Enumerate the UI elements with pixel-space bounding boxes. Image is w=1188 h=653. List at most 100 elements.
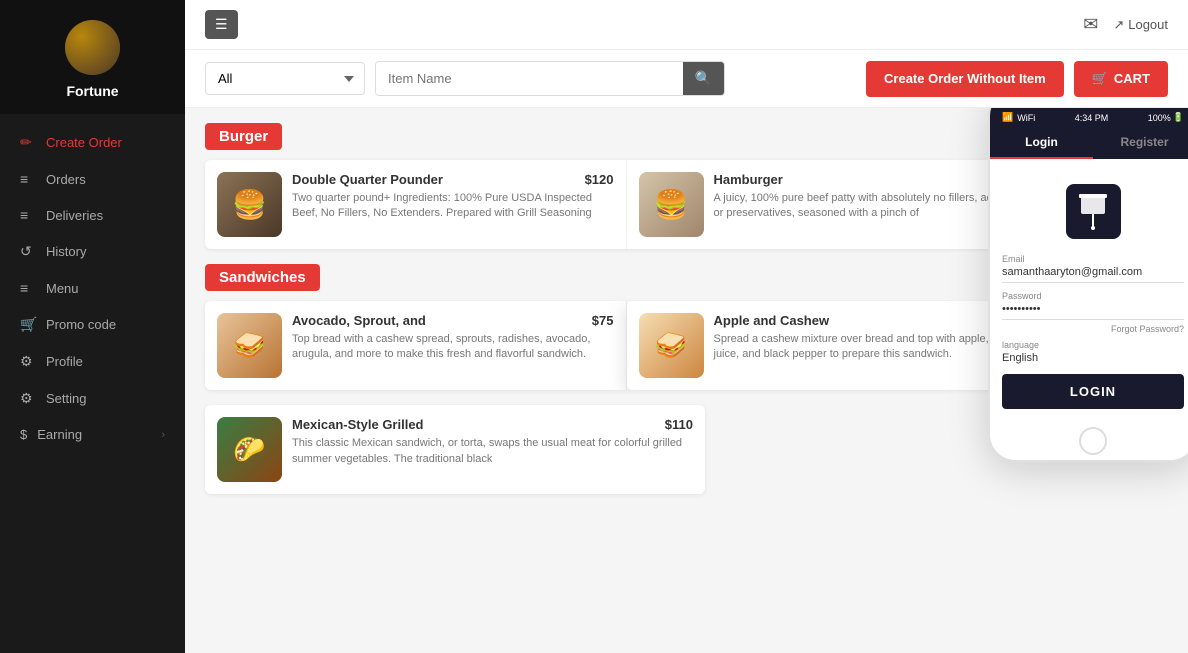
search-button[interactable]: 🔍: [683, 62, 724, 95]
sidebar-item-label: Earning: [37, 427, 82, 442]
item-thumbnail: 🥪: [639, 313, 704, 378]
phone-tab-register[interactable]: Register: [1093, 127, 1188, 159]
item-description: Top bread with a cashew spread, sprouts,…: [292, 332, 614, 363]
phone-password-field: Password •••••••••• Forgot Password?: [1002, 291, 1184, 334]
sidebar-item-label: Create Order: [46, 135, 122, 150]
menu-icon: ≡: [20, 280, 36, 296]
topbar-right: ✉ ↗ Logout: [1083, 14, 1168, 35]
item-hamburger[interactable]: 🍔 Hamburger $110 A juicy, 100% pure beef…: [627, 160, 1049, 249]
phone-forgot-password[interactable]: Forgot Password?: [1002, 324, 1184, 334]
sidebar-item-promo[interactable]: 🛒 Promo code: [0, 306, 185, 343]
phone-language-row: language English: [1002, 340, 1184, 364]
phone-status-bar: 📶 WiFi 4:34 PM 100% 🔋: [990, 108, 1188, 127]
logout-label: Logout: [1128, 17, 1168, 32]
item-name-price: Hamburger $110: [714, 172, 1036, 187]
phone-login-button[interactable]: LOGIN: [1002, 374, 1184, 409]
earning-icon: $: [20, 427, 27, 442]
phone-home-button[interactable]: [1079, 427, 1107, 455]
burger-category-label: Burger: [205, 123, 282, 150]
item-name-price: Mexican-Style Grilled $110: [292, 417, 693, 432]
promo-icon: 🛒: [20, 316, 36, 333]
create-order-icon: ✏: [20, 134, 36, 151]
phone-login-tabs: Login Register: [990, 127, 1188, 159]
item-avocado[interactable]: 🥪 Avocado, Sprout, and $75 Top bread wit…: [205, 301, 627, 390]
battery-icon: 🔋: [1173, 112, 1184, 123]
phone-language-label: language: [1002, 340, 1039, 350]
sidebar: Fortune ✏ Create Order ≡ Orders ≡ Delive…: [0, 0, 185, 653]
sidebar-item-history[interactable]: ↺ History: [0, 233, 185, 270]
sidebar-item-setting[interactable]: ⚙ Setting: [0, 380, 185, 417]
sidebar-item-create-order[interactable]: ✏ Create Order: [0, 124, 185, 161]
logout-button[interactable]: ↗ Logout: [1113, 17, 1168, 33]
phone-battery: 100% 🔋: [1148, 112, 1184, 123]
item-info: Double Quarter Pounder $120 Two quarter …: [292, 172, 614, 222]
profile-icon: ⚙: [20, 353, 36, 370]
sandwiches-category-label: Sandwiches: [205, 264, 320, 291]
phone-email-field: Email samanthaaryton@gmail.com: [1002, 254, 1184, 283]
phone-password-label: Password: [1002, 291, 1184, 301]
item-price: $120: [585, 172, 614, 187]
email-icon[interactable]: ✉: [1083, 14, 1098, 35]
sidebar-item-label: History: [46, 244, 86, 259]
phone-email-label: Email: [1002, 254, 1184, 264]
signal-icon: 📶: [1002, 112, 1013, 123]
phone-home-bar: [990, 419, 1188, 460]
item-description: Spread a cashew mixture over bread and t…: [714, 332, 1036, 363]
phone-time: 4:34 PM: [1075, 113, 1109, 123]
phone-tab-login[interactable]: Login: [990, 127, 1093, 159]
action-buttons: Create Order Without Item 🛒 CART: [866, 61, 1168, 97]
item-price: $110: [665, 417, 693, 432]
search-input[interactable]: [376, 63, 683, 94]
logout-arrow-icon: ↗: [1113, 17, 1124, 33]
sidebar-item-profile[interactable]: ⚙ Profile: [0, 343, 185, 380]
item-name: Apple and Cashew: [714, 313, 830, 328]
item-name: Hamburger: [714, 172, 783, 187]
sidebar-item-label: Promo code: [46, 317, 116, 332]
search-wrapper: 🔍: [375, 61, 725, 96]
avatar: [65, 20, 120, 75]
main-content: ☰ ✉ ↗ Logout All Burger Sandwiches 🔍 Cre…: [185, 0, 1188, 653]
phone-mockup: 📶 WiFi 4:34 PM 100% 🔋 Login Register: [988, 108, 1188, 462]
chevron-right-icon: ›: [161, 429, 165, 441]
item-thumbnail: 🌮: [217, 417, 282, 482]
item-mexican-grilled[interactable]: 🌮 Mexican-Style Grilled $110 This classi…: [205, 405, 705, 494]
item-name: Mexican-Style Grilled: [292, 417, 424, 432]
category-select[interactable]: All Burger Sandwiches: [205, 62, 365, 95]
phone-password-value: ••••••••••: [1002, 303, 1184, 320]
item-double-quarter[interactable]: 🍔 Double Quarter Pounder $120 Two quarte…: [205, 160, 627, 249]
item-info: Avocado, Sprout, and $75 Top bread with …: [292, 313, 614, 363]
item-apple-cashew[interactable]: 🥪 Apple and Cashew $60 Spread a cashew m…: [627, 301, 1049, 390]
item-info: Apple and Cashew $60 Spread a cashew mix…: [714, 313, 1036, 363]
item-info: Hamburger $110 A juicy, 100% pure beef p…: [714, 172, 1036, 222]
item-price: $75: [592, 313, 614, 328]
content-area: Burger 🍔 Double Quarter Pounder $120 Two…: [185, 108, 1188, 653]
hamburger-menu-button[interactable]: ☰: [205, 10, 238, 39]
deliveries-icon: ≡: [20, 207, 36, 223]
cart-button[interactable]: 🛒 CART: [1074, 61, 1168, 97]
phone-app-logo: [1066, 184, 1121, 239]
sidebar-item-label: Deliveries: [46, 208, 103, 223]
item-name-price: Apple and Cashew $60: [714, 313, 1036, 328]
sidebar-header: Fortune: [0, 0, 185, 114]
history-icon: ↺: [20, 243, 36, 260]
item-thumbnail: 🥪: [217, 313, 282, 378]
create-order-without-item-button[interactable]: Create Order Without Item: [866, 61, 1064, 97]
topbar-left: ☰: [205, 10, 238, 39]
searchbar: All Burger Sandwiches 🔍 Create Order Wit…: [185, 50, 1188, 108]
item-info: Mexican-Style Grilled $110 This classic …: [292, 417, 693, 467]
sidebar-item-orders[interactable]: ≡ Orders: [0, 161, 185, 197]
phone-body: Email samanthaaryton@gmail.com Password …: [990, 159, 1188, 419]
wifi-icon: WiFi: [1017, 113, 1035, 123]
item-description: A juicy, 100% pure beef patty with absol…: [714, 191, 1036, 222]
cart-icon: 🛒: [1092, 71, 1108, 87]
orders-icon: ≡: [20, 171, 36, 187]
setting-icon: ⚙: [20, 390, 36, 407]
item-thumbnail: 🍔: [639, 172, 704, 237]
sidebar-item-menu[interactable]: ≡ Menu: [0, 270, 185, 306]
topbar: ☰ ✉ ↗ Logout: [185, 0, 1188, 50]
item-name: Double Quarter Pounder: [292, 172, 443, 187]
sidebar-item-label: Setting: [46, 391, 86, 406]
sidebar-item-deliveries[interactable]: ≡ Deliveries: [0, 197, 185, 233]
phone-email-value: samanthaaryton@gmail.com: [1002, 266, 1184, 283]
sidebar-item-earning[interactable]: $ Earning ›: [0, 417, 185, 452]
